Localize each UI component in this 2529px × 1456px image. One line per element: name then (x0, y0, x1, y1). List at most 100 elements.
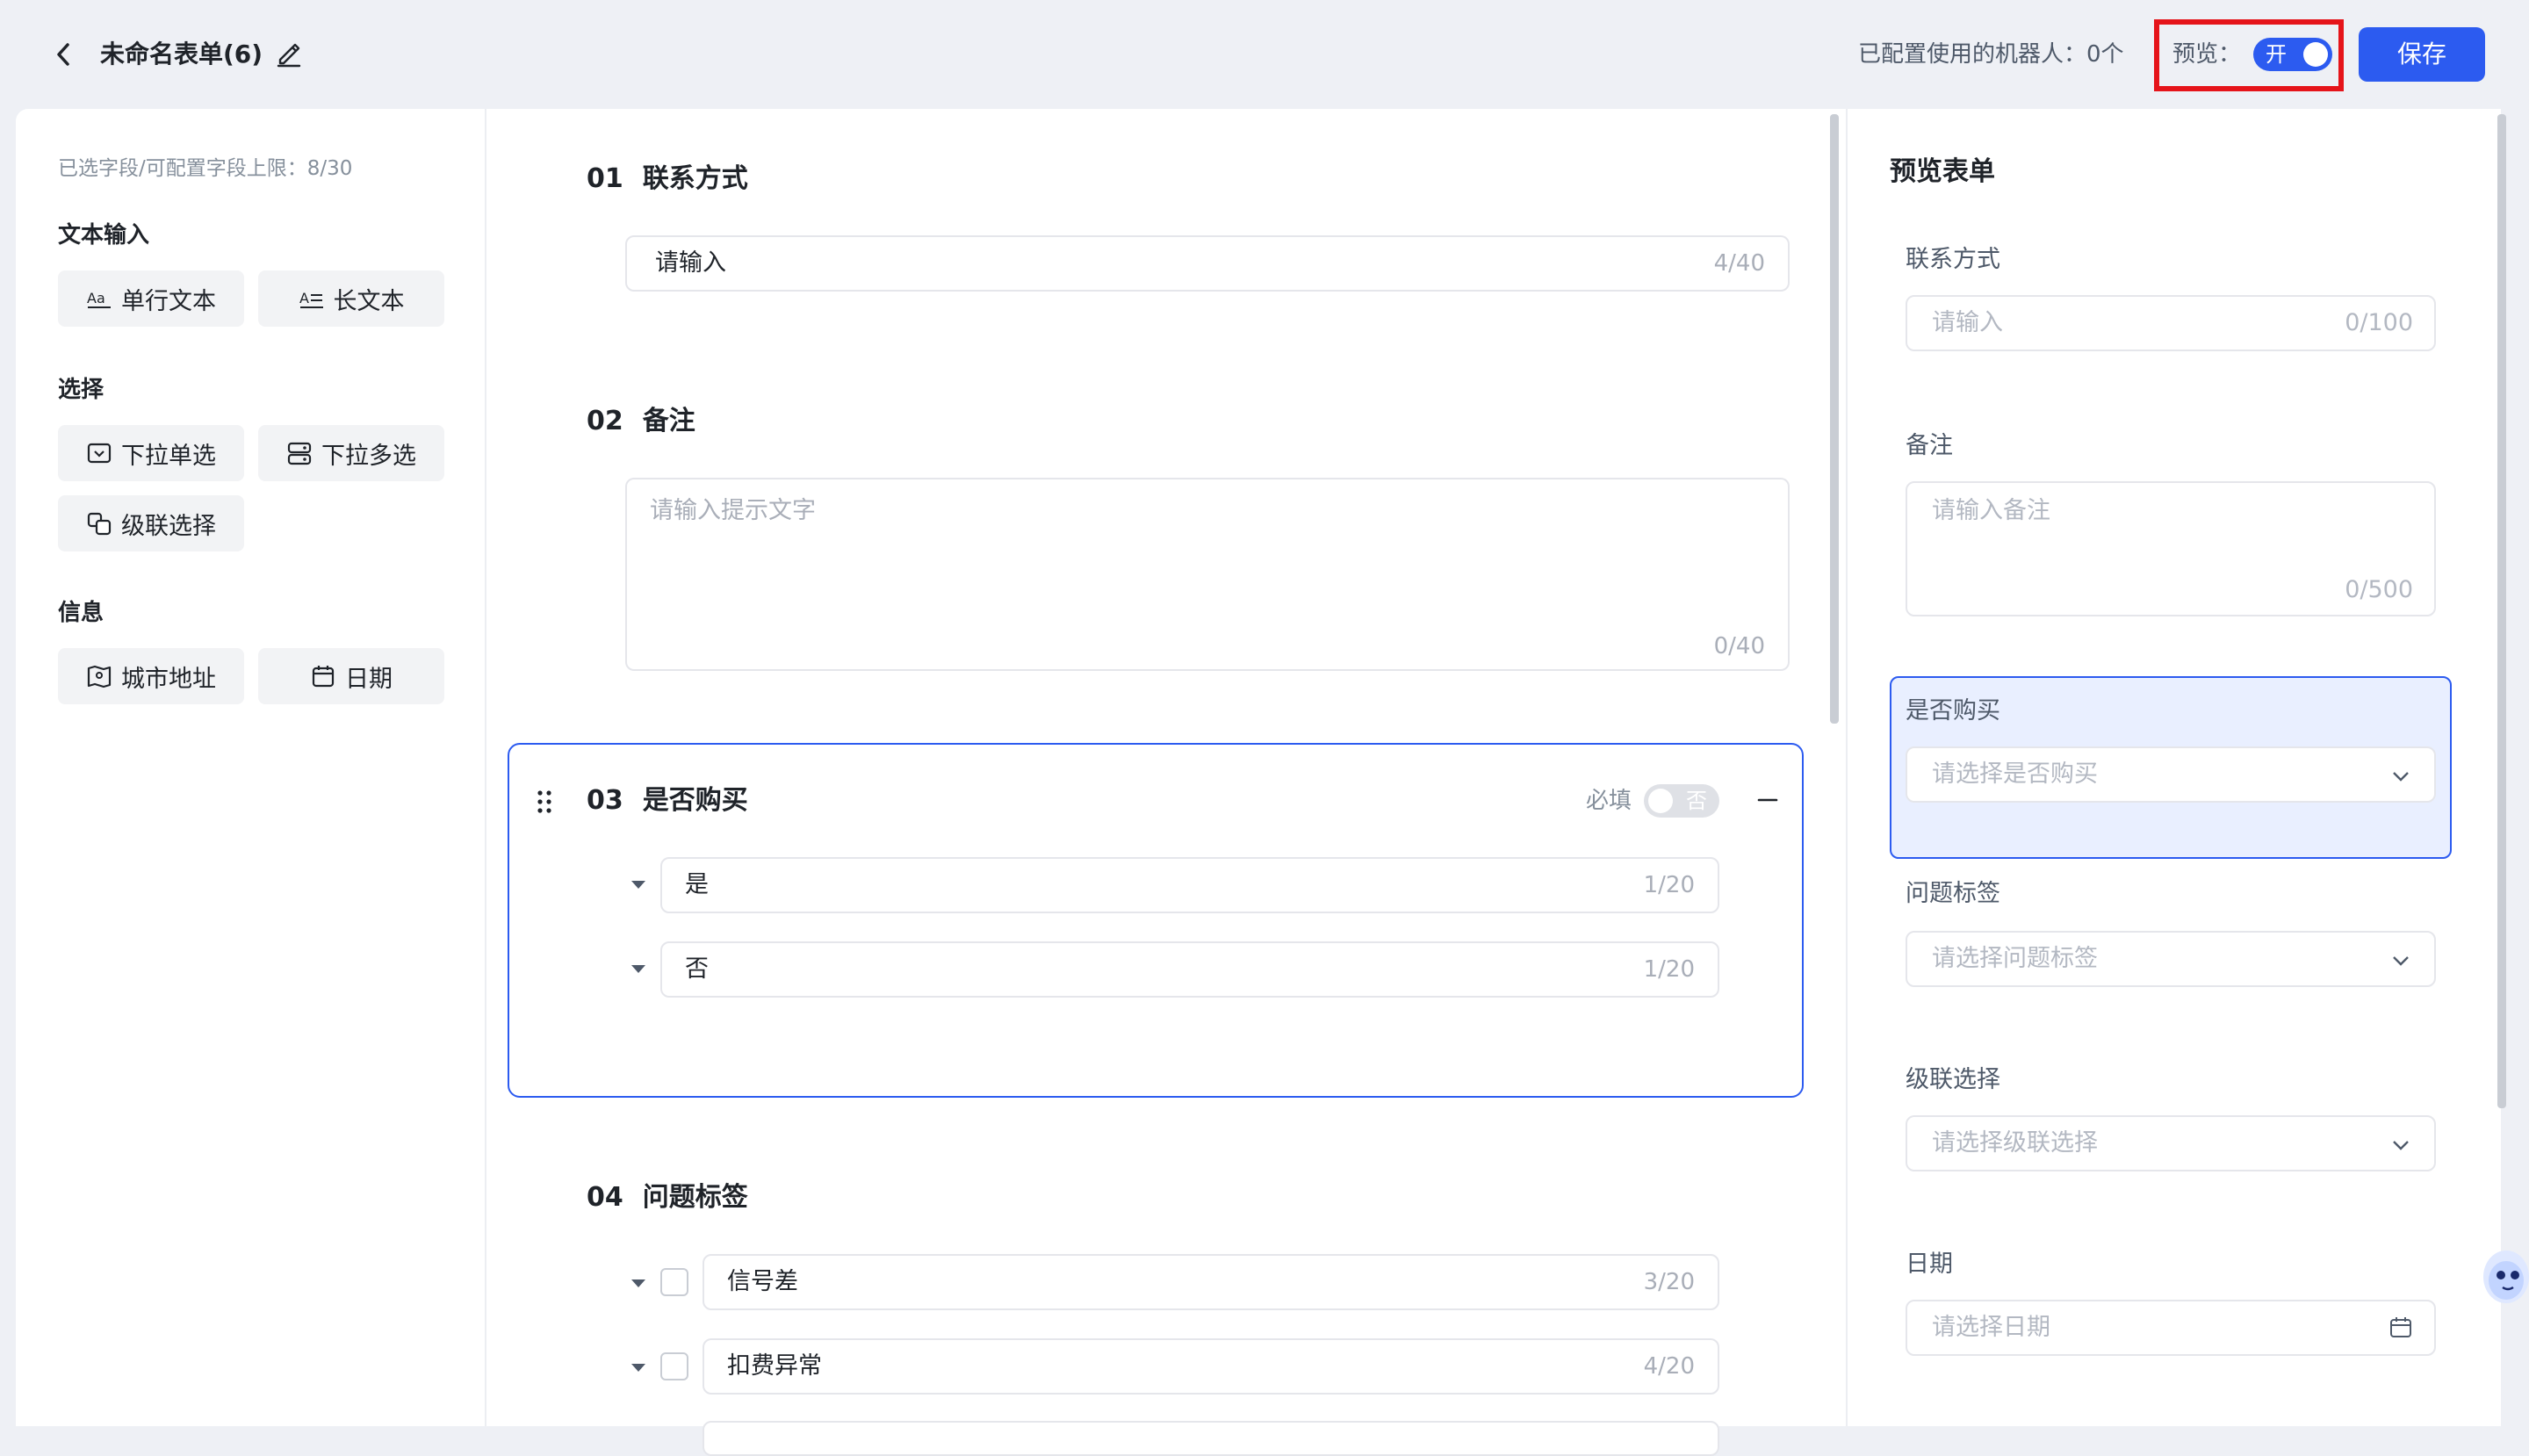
group-title-select: 选择 (58, 377, 104, 403)
preview-purchase-select[interactable]: 请选择是否购买 (1906, 746, 2436, 803)
option-input[interactable]: 是 1/20 (660, 857, 1719, 913)
single-line-text-icon: Aa (86, 285, 112, 312)
top-bar: 未命名表单(6) 已配置使用的机器人：0个 预览： 开 保存 (0, 0, 2529, 109)
option-checkbox[interactable] (660, 1268, 688, 1296)
component-label: 级联选择 (121, 512, 216, 540)
preview-remark-textarea[interactable]: 请输入备注 0/500 (1906, 481, 2436, 616)
question-name: 是否购买 (642, 785, 748, 816)
component-long-text[interactable]: A 长文本 (258, 270, 444, 327)
char-count: 1/20 (1643, 956, 1695, 983)
component-dropdown-multi[interactable]: 下拉多选 (258, 425, 444, 481)
preview-cascade-select[interactable]: 请选择级联选择 (1906, 1115, 2436, 1171)
option-checkbox[interactable] (660, 1352, 688, 1380)
component-cascade[interactable]: 级联选择 (58, 495, 244, 551)
preview-field-label: 级联选择 (1906, 1066, 2000, 1093)
dropdown-multi-icon (286, 440, 313, 466)
form-title: 未命名表单(6) (100, 40, 263, 68)
question-title: 03 是否购买 (587, 782, 748, 820)
component-city-address[interactable]: 城市地址 (58, 648, 244, 704)
char-count: 4/40 (1713, 250, 1765, 277)
date-placeholder: 请选择日期 (1932, 1314, 2050, 1341)
option-input[interactable]: 扣费异常 4/20 (702, 1338, 1719, 1395)
preview-toggle-text: 开 (2266, 42, 2287, 67)
option-input[interactable] (702, 1421, 1719, 1456)
back-icon[interactable] (51, 39, 76, 70)
drag-handle-icon[interactable] (536, 789, 553, 815)
preview-tags-select[interactable]: 请选择问题标签 (1906, 931, 2436, 987)
textarea-placeholder: 请输入提示文字 (650, 497, 816, 524)
char-count: 0/500 (2345, 576, 2413, 603)
assistant-mascot-icon[interactable] (2476, 1238, 2529, 1312)
required-toggle[interactable]: 否 (1644, 784, 1719, 818)
char-count: 4/20 (1643, 1353, 1695, 1380)
preview-field-label: 备注 (1906, 432, 1953, 459)
svg-text:Aa: Aa (87, 290, 105, 306)
option-caret-icon[interactable] (629, 1273, 648, 1293)
option-input[interactable]: 否 1/20 (660, 941, 1719, 998)
question-title: 04 问题标签 (587, 1178, 748, 1217)
component-label: 日期 (345, 665, 393, 693)
preview-title: 预览表单 (1890, 156, 1995, 187)
preview-field-label: 日期 (1906, 1251, 1953, 1278)
configured-robots-label: 已配置使用的机器人：0个 (1858, 41, 2124, 68)
question-name: 备注 (642, 406, 695, 436)
toggle-knob (2303, 42, 2328, 67)
component-label: 长文本 (333, 287, 405, 315)
preview-field-label: 联系方式 (1906, 246, 2000, 273)
chevron-down-icon (2390, 769, 2411, 783)
input-placeholder: 请输入 (1932, 309, 2003, 336)
option-value: 否 (685, 955, 709, 983)
option-input[interactable]: 信号差 3/20 (702, 1254, 1719, 1310)
group-title-info: 信息 (58, 600, 104, 626)
char-count: 0/40 (1713, 633, 1765, 660)
component-label: 城市地址 (121, 665, 216, 693)
question-title: 01 联系方式 (587, 160, 748, 198)
option-caret-icon[interactable] (629, 875, 648, 894)
collapse-icon[interactable] (1754, 787, 1781, 813)
question-title: 02 备注 (587, 402, 695, 441)
chevron-down-icon (2390, 1138, 2411, 1152)
field-limit-text: 已选字段/可配置字段上限：8/30 (58, 157, 353, 180)
group-title-text-input: 文本输入 (58, 222, 150, 249)
save-button[interactable]: 保存 (2359, 27, 2485, 82)
preview-contact-input[interactable]: 请输入 0/100 (1906, 295, 2436, 351)
select-placeholder: 请选择级联选择 (1932, 1129, 2098, 1157)
question-number: 01 (587, 163, 623, 194)
question-name: 问题标签 (642, 1182, 748, 1213)
divider (485, 109, 486, 1426)
component-dropdown-single[interactable]: 下拉单选 (58, 425, 244, 481)
long-text-icon: A (299, 285, 325, 312)
calendar-icon (310, 663, 336, 689)
component-date[interactable]: 日期 (258, 648, 444, 704)
textarea-placeholder: 请输入备注 (1932, 497, 2050, 524)
required-label: 必填 (1586, 788, 1632, 814)
dropdown-single-icon (86, 440, 112, 466)
svg-text:A: A (299, 290, 309, 306)
question-number: 04 (587, 1182, 623, 1213)
preview-toggle[interactable]: 开 (2253, 38, 2332, 71)
preview-field-label: 是否购买 (1906, 697, 2000, 724)
calendar-icon (2388, 1315, 2413, 1340)
toggle-knob (1648, 789, 1673, 813)
preview-field-label: 问题标签 (1906, 880, 2000, 907)
chevron-down-icon (2390, 954, 2411, 968)
map-icon (86, 663, 112, 689)
select-placeholder: 请选择问题标签 (1932, 945, 2098, 972)
contact-prompt-input[interactable]: 请输入 4/40 (625, 235, 1790, 292)
editor-scrollbar[interactable] (1830, 114, 1839, 724)
question-name: 联系方式 (642, 163, 748, 194)
option-value: 是 (685, 871, 709, 898)
required-toggle-text: 否 (1686, 789, 1707, 813)
cascade-icon (86, 510, 112, 537)
option-value: 扣费异常 (727, 1352, 822, 1380)
component-single-line-text[interactable]: Aa 单行文本 (58, 270, 244, 327)
option-caret-icon[interactable] (629, 959, 648, 978)
preview-scrollbar[interactable] (2497, 114, 2506, 1108)
edit-title-icon[interactable] (274, 39, 304, 68)
remark-prompt-textarea[interactable]: 请输入提示文字 0/40 (625, 478, 1790, 671)
option-caret-icon[interactable] (629, 1358, 648, 1377)
preview-date-picker[interactable]: 请选择日期 (1906, 1300, 2436, 1356)
component-label: 下拉多选 (321, 442, 416, 470)
component-label: 下拉单选 (121, 442, 216, 470)
input-value: 请输入 (655, 249, 726, 277)
